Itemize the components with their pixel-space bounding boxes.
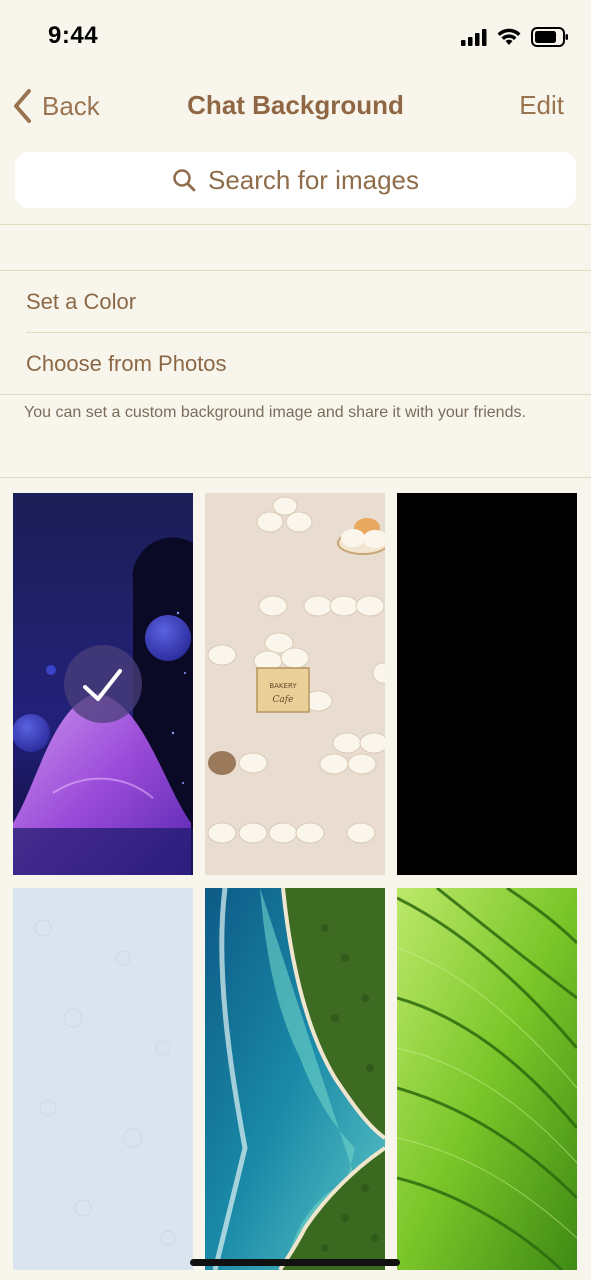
wifi-icon [497,28,521,45]
status-bar: 9:44 [0,0,591,70]
cellular-signal-icon [461,29,487,46]
hint-text: You can set a custom background image an… [24,404,526,421]
status-icons [461,26,569,48]
divider [26,332,591,333]
bakery-sign-line1: BAKERY [269,682,297,690]
page-title: Chat Background [187,90,404,120]
divider [0,394,591,395]
search-icon [173,169,196,192]
search-placeholder: Search for images [208,164,419,195]
wallpaper-black[interactable] [397,493,577,875]
bakery-sign-line2: Cafe [273,695,294,705]
search-input[interactable]: Search for images [15,152,576,208]
wallpaper-ghost[interactable] [13,493,193,875]
status-time: 9:44 [48,22,99,49]
set-color-item[interactable]: Set a Color [26,289,136,315]
divider [0,270,591,271]
divider [0,477,591,478]
battery-icon [531,27,568,47]
divider [0,224,591,225]
wallpaper-aerial-beach[interactable] [205,888,385,1270]
choose-photos-item[interactable]: Choose from Photos [26,351,227,377]
wallpaper-light-blue[interactable] [13,888,193,1270]
edit-button[interactable]: Edit [519,90,564,121]
home-indicator [190,1259,400,1266]
wallpaper-bakery[interactable]: BAKERY Cafe [205,493,385,875]
selected-check-circle [64,645,142,723]
navigation-bar: Back Chat Background Edit [0,78,591,134]
wallpaper-green-leaf[interactable] [397,888,577,1270]
